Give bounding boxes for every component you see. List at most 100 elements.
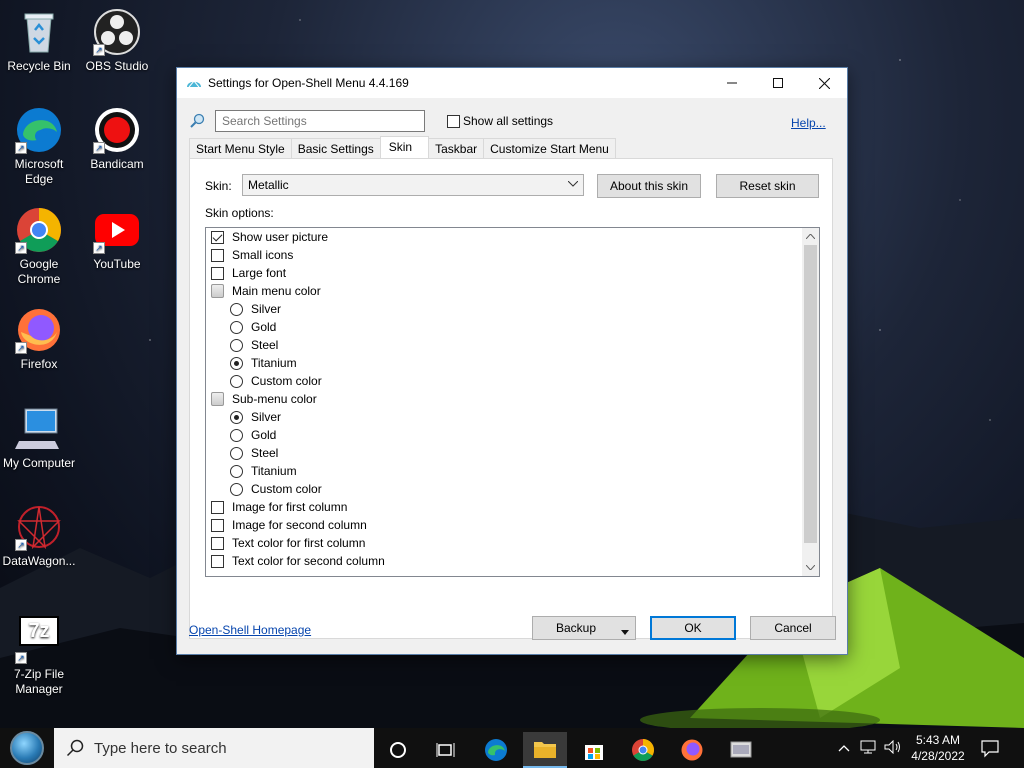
maximize-icon	[773, 78, 783, 88]
chrome-taskbar-button[interactable]	[621, 732, 665, 768]
list-item[interactable]: Titanium	[206, 354, 819, 372]
datawagon-shortcut[interactable]: ↗ DataWagon...	[0, 503, 78, 569]
chrome-icon	[632, 739, 654, 761]
dialog-titlebar[interactable]: Settings for Open-Shell Menu 4.4.169	[177, 68, 847, 98]
text-color-first-column-checkbox[interactable]	[211, 537, 224, 551]
skin-tab-page: Skin: Metallic About this skin Reset ski…	[189, 158, 833, 639]
shortcut-arrow-icon: ↗	[93, 142, 105, 154]
scroll-up-icon[interactable]	[802, 228, 819, 245]
tab-skin[interactable]: Skin	[379, 136, 430, 158]
list-item[interactable]: Text color for first column	[206, 534, 819, 552]
main-custom-color-radio[interactable]	[230, 375, 243, 389]
cortana-button[interactable]	[376, 732, 420, 768]
7zip-label: 7-Zip File Manager	[13, 667, 64, 696]
tab-basic-settings[interactable]: Basic Settings	[290, 138, 381, 158]
image-first-column-checkbox[interactable]	[211, 501, 224, 515]
cancel-button[interactable]: Cancel	[750, 616, 836, 640]
list-item[interactable]: Gold	[206, 318, 819, 336]
small-icons-checkbox[interactable]	[211, 249, 224, 263]
chrome-label: Google Chrome	[17, 257, 61, 286]
edge-shortcut[interactable]: ↗ Microsoft Edge	[0, 106, 78, 187]
youtube-label: YouTube	[93, 257, 141, 271]
list-item[interactable]: Steel	[206, 336, 819, 354]
list-item[interactable]: Sub-menu color	[206, 390, 819, 408]
search-settings-input[interactable]	[215, 110, 425, 132]
datawagon-icon: ↗	[15, 503, 63, 551]
list-item[interactable]: Main menu color	[206, 282, 819, 300]
skin-dropdown[interactable]: Metallic	[242, 174, 584, 196]
list-item[interactable]: Image for second column	[206, 516, 819, 534]
task-view-button[interactable]	[424, 732, 468, 768]
text-color-second-column-checkbox[interactable]	[211, 555, 224, 569]
maximize-button[interactable]	[755, 68, 801, 98]
sub-titanium-radio[interactable]	[230, 465, 243, 479]
edge-taskbar-button[interactable]	[474, 732, 518, 768]
backup-button[interactable]: Backup	[532, 616, 636, 640]
list-item[interactable]: Text color for second column	[206, 552, 819, 570]
sub-steel-radio[interactable]	[230, 447, 243, 461]
start-button[interactable]	[0, 728, 54, 768]
scrollbar-thumb[interactable]	[804, 245, 817, 543]
store-taskbar-button[interactable]	[572, 732, 616, 768]
show-user-picture-checkbox[interactable]	[211, 231, 224, 245]
my-computer-shortcut[interactable]: My Computer	[0, 405, 78, 471]
show-all-settings-checkbox[interactable]: Show all settings	[447, 114, 553, 128]
sub-silver-radio[interactable]	[230, 411, 243, 425]
main-titanium-radio[interactable]	[230, 357, 243, 371]
list-item[interactable]: Custom color	[206, 480, 819, 498]
volume-icon[interactable]	[884, 739, 902, 757]
options-scrollbar[interactable]	[802, 228, 819, 576]
chrome-shortcut[interactable]: ↗ Google Chrome	[0, 206, 78, 287]
scroll-down-icon[interactable]	[802, 559, 819, 576]
help-link[interactable]: Help...	[791, 116, 826, 130]
tab-start-menu-style[interactable]: Start Menu Style	[189, 138, 292, 158]
shortcut-arrow-icon: ↗	[15, 539, 27, 551]
network-icon[interactable]	[860, 740, 876, 757]
notifications-button[interactable]	[980, 738, 1000, 761]
list-item[interactable]: Silver	[206, 408, 819, 426]
ok-button[interactable]: OK	[650, 616, 736, 640]
sub-gold-radio[interactable]	[230, 429, 243, 443]
open-shell-homepage-link[interactable]: Open-Shell Homepage	[189, 623, 311, 637]
file-explorer-taskbar-button[interactable]	[523, 732, 567, 768]
large-font-checkbox[interactable]	[211, 267, 224, 281]
image-second-column-checkbox[interactable]	[211, 519, 224, 533]
main-steel-radio[interactable]	[230, 339, 243, 353]
youtube-shortcut[interactable]: ↗ YouTube	[78, 206, 156, 272]
main-gold-radio[interactable]	[230, 321, 243, 335]
tab-customize-start-menu[interactable]: Customize Start Menu	[483, 138, 616, 158]
minimize-button[interactable]	[709, 68, 755, 98]
list-item[interactable]: Titanium	[206, 462, 819, 480]
recycle-bin-shortcut[interactable]: Recycle Bin	[0, 8, 78, 74]
chevron-up-icon[interactable]	[838, 741, 850, 755]
sub-custom-color-radio[interactable]	[230, 483, 243, 497]
firefox-shortcut[interactable]: ↗ Firefox	[0, 306, 78, 372]
reset-skin-button[interactable]: Reset skin	[716, 174, 819, 198]
computer-icon	[15, 405, 63, 453]
tab-taskbar[interactable]: Taskbar	[428, 138, 485, 158]
list-item[interactable]: Small icons	[206, 246, 819, 264]
close-button[interactable]	[801, 68, 847, 98]
main-silver-radio[interactable]	[230, 303, 243, 317]
list-item[interactable]: Show user picture	[206, 228, 819, 246]
taskbar-clock[interactable]: 5:43 AM 4/28/2022	[906, 732, 970, 764]
taskbar-search-box[interactable]: Type here to search	[54, 728, 374, 768]
show-all-checkbox-box[interactable]	[447, 114, 460, 128]
list-item[interactable]: Steel	[206, 444, 819, 462]
firefox-label: Firefox	[20, 357, 58, 371]
system-tray	[838, 728, 902, 768]
my-computer-label: My Computer	[2, 456, 76, 470]
open-shell-settings-taskbar-button[interactable]	[719, 732, 763, 768]
firefox-taskbar-button[interactable]	[670, 732, 714, 768]
list-item[interactable]: Large font	[206, 264, 819, 282]
about-skin-button[interactable]: About this skin	[597, 174, 701, 198]
clock-time: 5:43 AM	[915, 733, 961, 747]
list-item[interactable]: Custom color	[206, 372, 819, 390]
list-item[interactable]: Gold	[206, 426, 819, 444]
list-item[interactable]: Silver	[206, 300, 819, 318]
skin-dropdown-value: Metallic	[248, 178, 289, 192]
obs-studio-shortcut[interactable]: ↗ OBS Studio	[78, 8, 156, 74]
list-item[interactable]: Image for first column	[206, 498, 819, 516]
bandicam-shortcut[interactable]: ↗ Bandicam	[78, 106, 156, 172]
7zip-shortcut[interactable]: 7z ↗ 7-Zip File Manager	[0, 608, 78, 697]
